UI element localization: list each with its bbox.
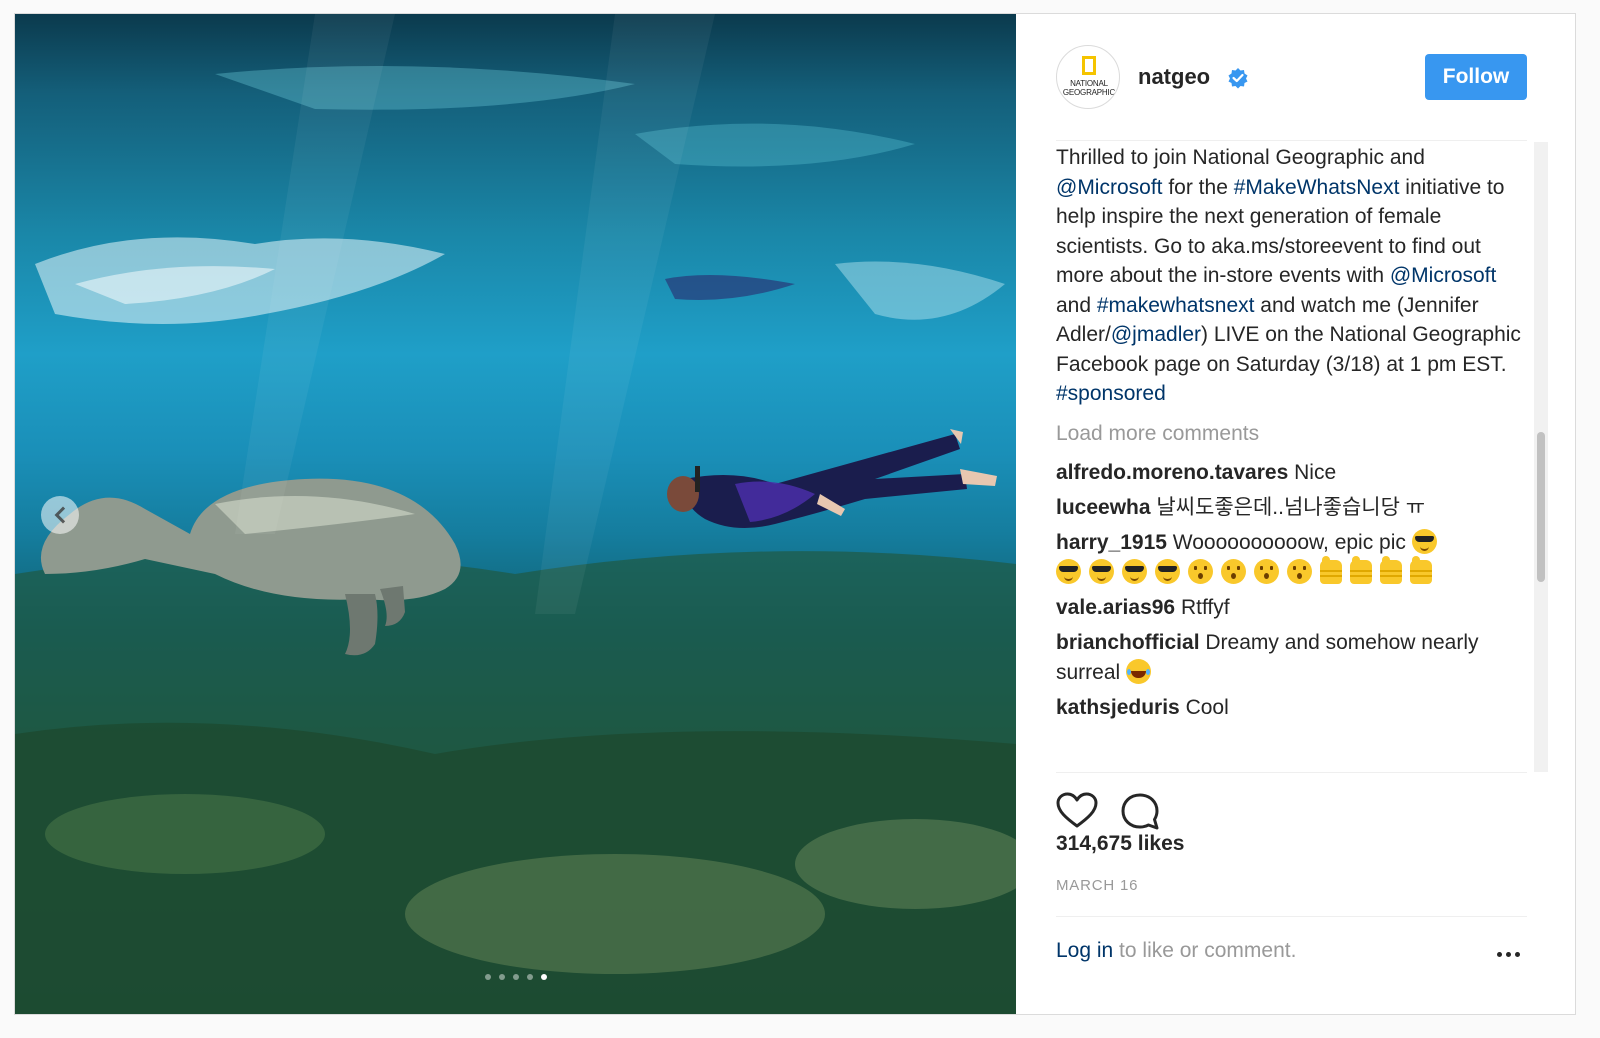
avatar-text-line2: GEOGRAPHIC <box>1062 88 1116 97</box>
comment-text: Woooooooooow, epic pic <box>1172 530 1406 554</box>
comment-text: Rtffyf <box>1180 595 1230 619</box>
mention-link[interactable]: @Microsoft <box>1056 176 1163 199</box>
caption-text: and <box>1056 293 1097 317</box>
comments-scrollbar[interactable] <box>1534 142 1548 772</box>
comment-icon[interactable] <box>1120 792 1160 832</box>
hashtag-link[interactable]: #makewhatsnext <box>1097 294 1255 317</box>
underwater-scene <box>15 14 1016 1014</box>
divider <box>1056 140 1527 141</box>
sunglasses-emoji-icon <box>1089 558 1114 584</box>
post-sidebar: NATIONAL GEOGRAPHIC natgeo Follow Thrill… <box>1016 14 1575 1014</box>
load-more-comments[interactable]: Load more comments <box>1056 419 1544 449</box>
divider <box>1056 772 1527 773</box>
follow-button[interactable]: Follow <box>1425 54 1527 100</box>
carousel-prev-button[interactable] <box>41 496 79 534</box>
hushed-emoji-icon <box>1254 558 1279 584</box>
mention-link[interactable]: @jmadler <box>1111 323 1201 346</box>
comment-item: brianchofficial Dreamy and somehow nearl… <box>1056 628 1544 688</box>
mention-link[interactable]: @Microsoft <box>1390 264 1497 287</box>
carousel-dot <box>485 974 491 980</box>
comment-item: vale.arias96 Rtffyf <box>1056 593 1544 623</box>
carousel-dot <box>513 974 519 980</box>
comment-text: 날씨도좋은데..넘나좋습니당 ㅠ <box>1156 495 1426 519</box>
caption-text: Thrilled to join National Geographic and <box>1056 146 1425 169</box>
divider <box>1056 916 1527 917</box>
comment-item: kathsjeduris Cool <box>1056 693 1544 723</box>
hushed-emoji-icon <box>1221 558 1246 584</box>
sunglasses-emoji-icon <box>1122 558 1147 584</box>
comment-item: luceewha 날씨도좋은데..넘나좋습니당 ㅠ <box>1056 493 1544 523</box>
thumbs-up-emoji-icon <box>1320 555 1342 584</box>
post-card: NATIONAL GEOGRAPHIC natgeo Follow Thrill… <box>14 13 1576 1015</box>
comment-username[interactable]: brianchofficial <box>1056 631 1200 654</box>
more-options-icon[interactable] <box>1497 949 1523 959</box>
comment-item: harry_1915 Woooooooooow, epic pic <box>1056 528 1544 588</box>
sunglasses-emoji-icon <box>1155 558 1180 584</box>
thumbs-up-emoji-icon <box>1410 555 1432 584</box>
comment-username[interactable]: vale.arias96 <box>1056 596 1175 619</box>
post-actions <box>1056 792 1256 832</box>
hashtag-link[interactable]: #MakeWhatsNext <box>1234 176 1400 199</box>
likes-count[interactable]: 314,675 likes <box>1056 832 1184 856</box>
login-prompt: Log in to like or comment. <box>1056 939 1296 963</box>
author-avatar[interactable]: NATIONAL GEOGRAPHIC <box>1056 45 1120 109</box>
comment-username[interactable]: kathsjeduris <box>1056 696 1180 719</box>
sunglasses-emoji-icon <box>1411 528 1437 554</box>
laughing-emoji-icon <box>1126 658 1152 684</box>
comment-username[interactable]: alfredo.moreno.tavares <box>1056 461 1288 484</box>
author-username[interactable]: natgeo <box>1138 64 1210 90</box>
comment-username[interactable]: luceewha <box>1056 496 1151 519</box>
caption-text: for the <box>1162 175 1234 199</box>
post-caption: Thrilled to join National Geographic and… <box>1056 143 1544 409</box>
avatar-text-line1: NATIONAL <box>1070 79 1108 88</box>
hushed-emoji-icon <box>1287 558 1312 584</box>
carousel-dots <box>485 974 547 980</box>
avatar-logo-text: NATIONAL GEOGRAPHIC <box>1057 79 1119 97</box>
post-date[interactable]: MARCH 16 <box>1056 877 1138 894</box>
heart-icon[interactable] <box>1056 792 1098 830</box>
comment-text: Nice <box>1294 460 1337 484</box>
carousel-dot <box>499 974 505 980</box>
hashtag-link[interactable]: #sponsored <box>1056 382 1166 405</box>
carousel-dot-active <box>541 974 547 980</box>
login-link[interactable]: Log in <box>1056 939 1113 962</box>
carousel-dot <box>527 974 533 980</box>
comment-username[interactable]: harry_1915 <box>1056 531 1167 554</box>
post-photo[interactable] <box>15 14 1016 1014</box>
comment-text: Cool <box>1185 695 1229 719</box>
scrollbar-thumb[interactable] <box>1537 432 1545 582</box>
comment-item: alfredo.moreno.tavares Nice <box>1056 458 1544 488</box>
comments-list[interactable]: Thrilled to join National Geographic and… <box>1056 142 1544 772</box>
post-header: NATIONAL GEOGRAPHIC natgeo Follow <box>1016 14 1575 140</box>
hushed-emoji-icon <box>1188 558 1213 584</box>
thumbs-up-emoji-icon <box>1380 555 1402 584</box>
thumbs-up-emoji-icon <box>1350 555 1372 584</box>
sunglasses-emoji-icon <box>1056 558 1081 584</box>
verified-badge-icon <box>1228 68 1248 89</box>
natgeo-logo-icon <box>1082 56 1096 75</box>
login-prompt-text: to like or comment. <box>1113 939 1297 962</box>
